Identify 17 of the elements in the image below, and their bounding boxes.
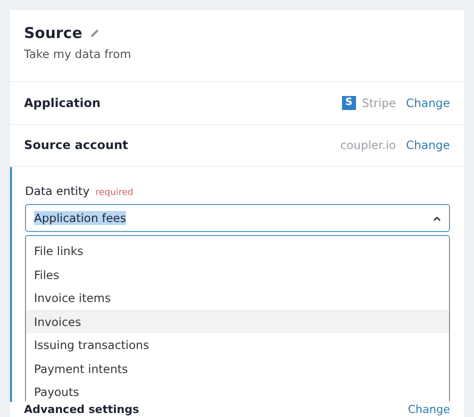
pencil-icon[interactable] (90, 28, 100, 38)
row-value: coupler.io (340, 138, 396, 152)
app-logo-icon: S (342, 96, 356, 110)
row-label: Advanced settings (24, 403, 140, 416)
required-hint: required (96, 188, 134, 198)
caret-icon (433, 216, 441, 221)
dropdown-option[interactable]: Invoices (26, 310, 449, 334)
row-label: Source account (24, 138, 130, 152)
change-link[interactable]: Change (406, 96, 450, 110)
field-label: Data entity (25, 184, 90, 198)
row-label: Application (24, 96, 102, 110)
row-value: Stripe (362, 96, 396, 110)
change-link[interactable]: Change (406, 138, 450, 152)
card-subtitle: Take my data from (24, 47, 132, 61)
change-link[interactable]: Change (408, 403, 450, 416)
card-title: Source (24, 24, 82, 42)
entity-select[interactable]: Application fees (25, 204, 450, 232)
